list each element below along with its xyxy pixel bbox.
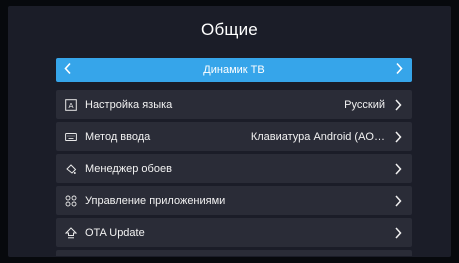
menu-item-label: Настройка языка [85, 98, 173, 111]
menu-item-label: Управление приложениями [85, 194, 226, 207]
menu-item-label: Метод ввода [85, 130, 151, 143]
chevron-left-icon[interactable] [64, 62, 72, 78]
menu-item-language[interactable]: A Настройка языка Русский [56, 90, 412, 119]
svg-text:A: A [68, 101, 73, 110]
sound-output-value: Динамик ТВ [203, 64, 265, 76]
chevron-right-icon [393, 130, 403, 144]
menu-item-value: Клавиатура Android (AO… [250, 130, 385, 143]
menu-item-value: Русский [344, 98, 385, 111]
menu-item-input-method[interactable]: Метод ввода Клавиатура Android (AO… [56, 122, 412, 151]
chevron-right-icon [393, 194, 403, 208]
menu-item-wallpaper[interactable]: Менеджер обоев [56, 154, 412, 183]
chevron-right-icon [393, 98, 403, 112]
menu-item-label: OTA Update [85, 226, 145, 239]
page-title: Общие [201, 20, 258, 39]
chevron-right-icon [393, 226, 403, 240]
language-icon: A [64, 98, 78, 112]
update-icon [64, 226, 78, 240]
sound-output-selector[interactable]: Динамик ТВ [56, 58, 412, 82]
chevron-right-icon[interactable] [395, 62, 403, 78]
wallpaper-icon [64, 162, 78, 176]
menu-item-ota-update[interactable]: OTA Update [56, 218, 412, 247]
apps-grid-icon [64, 194, 78, 208]
menu-item-app-management[interactable]: Управление приложениями [56, 186, 412, 215]
menu-item-label: Менеджер обоев [85, 162, 172, 175]
settings-menu: Динамик ТВ A Настройка языка Русский Мет… [56, 58, 412, 256]
menu-item-next-partial [56, 250, 412, 256]
keyboard-icon [64, 130, 78, 144]
settings-screen: Общие Динамик ТВ A Настройка языка Русск… [8, 6, 451, 257]
chevron-right-icon [393, 162, 403, 176]
